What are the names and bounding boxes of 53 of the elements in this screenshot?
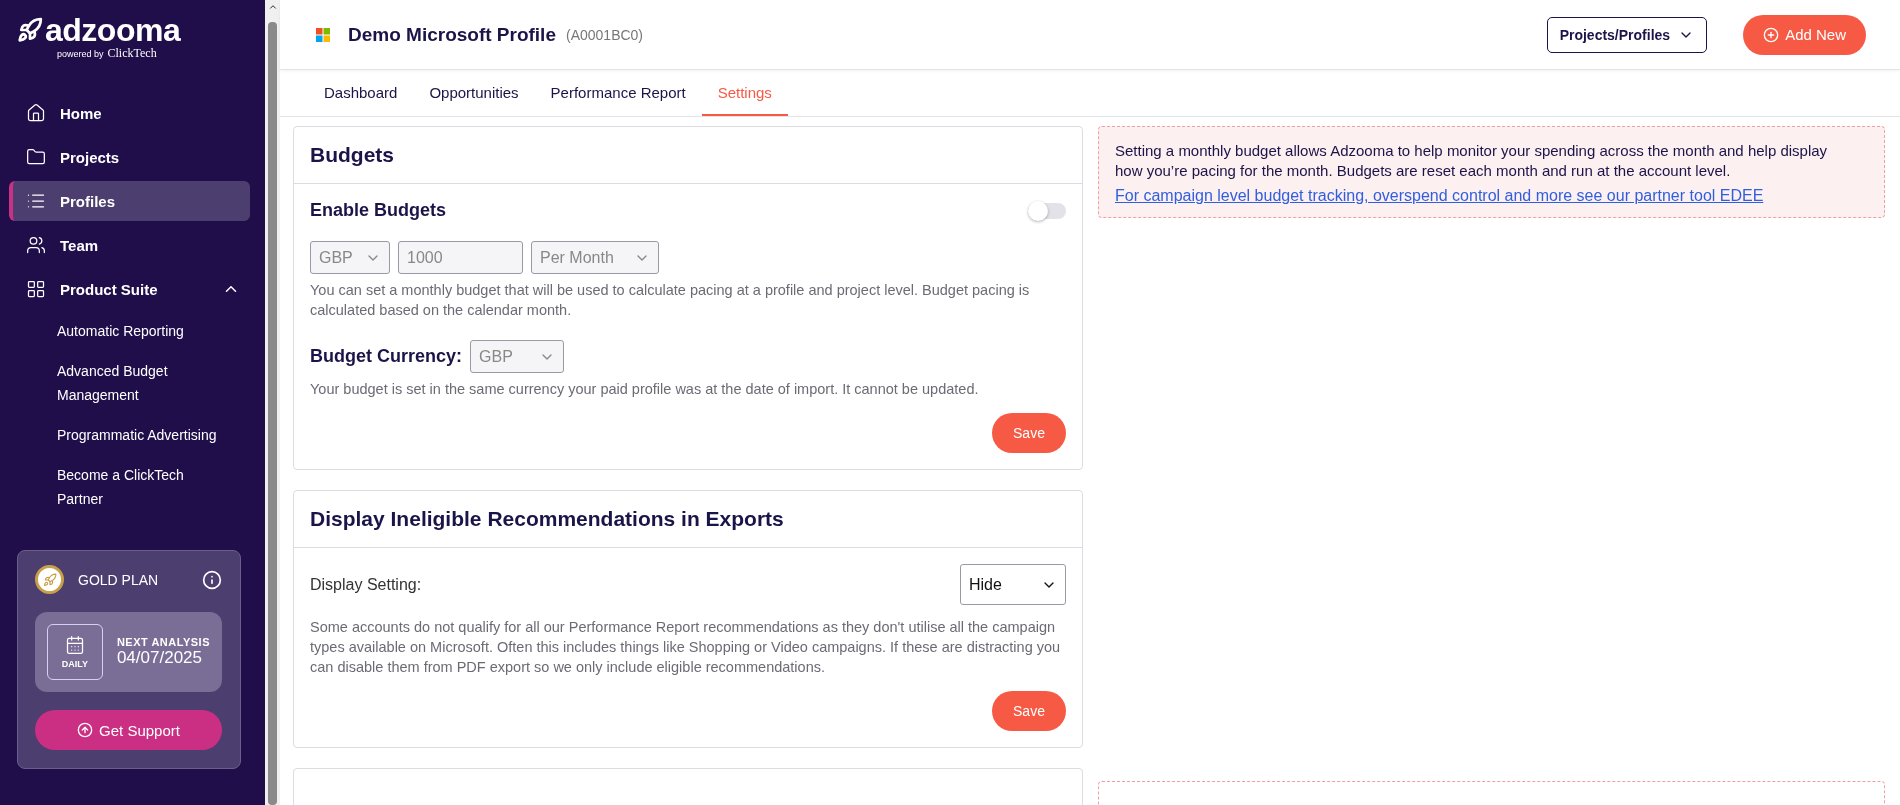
sidebar-subitem[interactable]: Become a ClickTech Partner: [57, 455, 222, 519]
logo-text: adzooma: [45, 14, 181, 46]
calendar-icon: [64, 635, 85, 655]
projects-profiles-dropdown[interactable]: Projects/Profiles: [1546, 16, 1708, 53]
sidebar-item[interactable]: Projects: [9, 137, 250, 177]
profile-title: Demo Microsoft Profile: [348, 23, 556, 46]
upload-circle-icon: [77, 722, 94, 738]
logo-brand: ClickTech: [107, 46, 157, 61]
help-text: You can set a monthly budget that will be used to calculate pacing at a profile and project level. Budget pacing is calculated based on the calendar month.: [310, 281, 1031, 320]
sidebar-subitem[interactable]: Automatic Reporting: [57, 311, 222, 351]
people-icon: [26, 235, 46, 255]
plus-circle-icon: [1763, 26, 1780, 43]
display-setting-select[interactable]: Hide: [960, 564, 1066, 605]
sidebar-item-label: Product Suite: [60, 280, 158, 298]
card-title: Display Ineligible Recommendations in Exports: [310, 507, 784, 531]
sidebar-item[interactable]: Home: [9, 93, 250, 133]
plan-name: GOLD PLAN: [78, 571, 159, 588]
tab[interactable]: Dashboard: [308, 70, 414, 116]
sidebar-subitem[interactable]: Advanced Budget Management: [57, 351, 222, 415]
sidebar-item[interactable]: Product Suite: [9, 269, 250, 309]
next-analysis-label: NEXT ANALYSIS: [116, 636, 210, 648]
sidebar-item-label: Home: [60, 104, 102, 122]
sidebar-item-label: Profiles: [60, 192, 116, 210]
section-label: Enable Budgets: [310, 200, 447, 221]
frequency-label: DAILY: [61, 659, 89, 669]
sidebar-item[interactable]: Profiles: [9, 181, 250, 221]
logo-tagline: powered by: [57, 49, 104, 59]
budget-amount-field[interactable]: 1000: [398, 241, 523, 274]
next-analysis-date: 04/07/2025: [116, 648, 203, 668]
rocket-icon: [17, 17, 43, 43]
toggle-switch[interactable]: [1028, 202, 1066, 219]
info-text: Setting a monthly budget allows Adzooma to help monitor your spending across the month and help display how you’re pacing for the month. Budgets are reset each month and run at the account level.: [1115, 141, 1829, 181]
rocket-medal-icon: [35, 565, 64, 594]
sidebar-item[interactable]: Team: [9, 225, 250, 265]
help-text: Some accounts do not qualify for all our Performance Report recommendations as they don't utilise all the campaign types available on Microsoft. Often this includes things like Shopping or Video campaigns. If these are distracting you can disable them from PDF export so we only include eligible recommendations.: [310, 618, 1062, 677]
card-title: Budgets: [310, 143, 394, 167]
grid-icon: [26, 279, 46, 299]
home-icon: [26, 103, 46, 123]
section-label: Budget Currency:: [310, 346, 462, 367]
help-text: Your budget is set in the same currency your paid profile was at the date of import. It cannot be updated.: [310, 380, 980, 399]
profile-id: (A0001BC0): [566, 26, 644, 43]
microsoft-logo-icon: [316, 27, 330, 42]
sidebar-item-label: Projects: [60, 148, 120, 166]
setting-label: Display Setting:: [310, 575, 422, 594]
sidebar-subitem[interactable]: Programmatic Advertising: [57, 415, 222, 455]
tab[interactable]: Opportunities: [413, 70, 535, 116]
scroll-up-icon[interactable]: [267, 2, 278, 12]
get-support-button[interactable]: Get Support: [35, 710, 222, 750]
info-icon[interactable]: [202, 569, 222, 590]
folder-icon: [26, 147, 46, 167]
partner-tool-link[interactable]: For campaign level budget tracking, overspend control and more see our partner tool EDEE: [1115, 187, 1764, 204]
sidebar-item-label: Team: [60, 236, 99, 254]
tab[interactable]: Performance Report: [534, 70, 702, 116]
